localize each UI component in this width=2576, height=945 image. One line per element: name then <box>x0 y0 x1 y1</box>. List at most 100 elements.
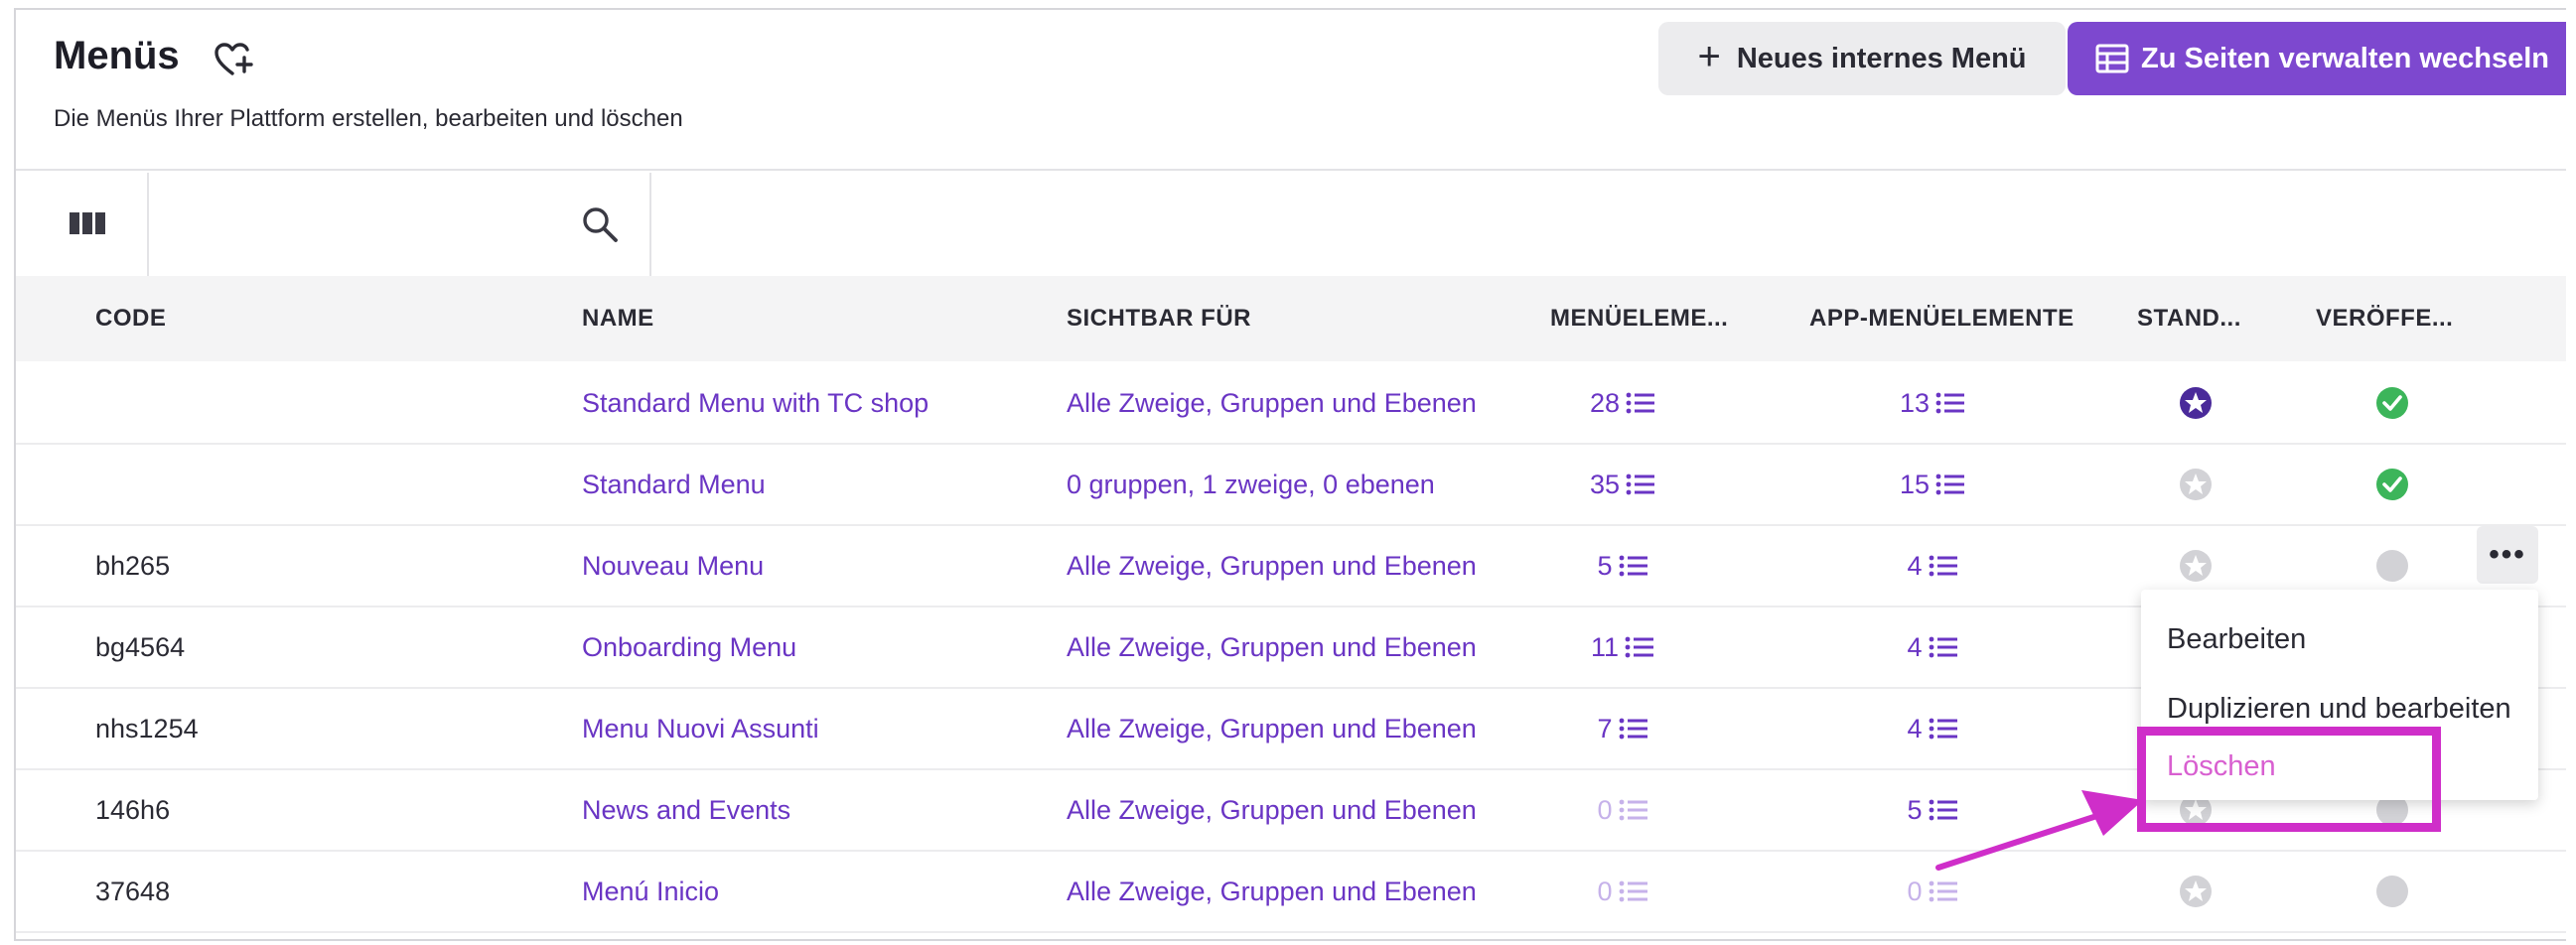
cell-name-link[interactable]: Standard Menu with TC shop <box>582 363 929 443</box>
heart-plus-icon[interactable] <box>211 36 258 83</box>
cell-menu-items[interactable]: 11 <box>1563 608 1682 687</box>
plus-icon: + <box>1697 35 1721 78</box>
menu-items-count: 0 <box>1597 876 1613 906</box>
header-divider <box>16 169 2566 171</box>
menu-items-count: 11 <box>1590 631 1620 662</box>
cell-app-items[interactable]: 15 <box>1873 445 1992 524</box>
menu-items-count: 5 <box>1597 550 1613 581</box>
list-icon <box>1626 392 1655 414</box>
app-items-count: 15 <box>1899 469 1931 499</box>
cell-visibility-link[interactable]: Alle Zweige, Gruppen und Ebenen <box>1067 852 1477 931</box>
cell-name-link[interactable]: News and Events <box>582 770 790 850</box>
cell-code: bh265 <box>95 550 171 581</box>
app-items-count: 0 <box>1907 876 1923 906</box>
columns-icon[interactable] <box>70 208 105 238</box>
list-icon <box>1935 473 1965 495</box>
column-header-name[interactable]: NAME <box>582 276 654 361</box>
list-icon <box>1929 718 1957 740</box>
cell-menu-items[interactable]: 28 <box>1563 363 1682 443</box>
list-icon <box>1935 392 1965 414</box>
cell-standard <box>2171 852 2220 931</box>
list-icon <box>1619 799 1647 821</box>
cell-name-link[interactable]: Menú Inicio <box>582 852 719 931</box>
unpublished-circle-icon[interactable] <box>2375 875 2409 908</box>
column-header-app-items[interactable]: APP-MENÜELEMENTE <box>1809 276 2075 361</box>
app-items-count: 13 <box>1899 387 1931 418</box>
star-circle-icon[interactable] <box>2179 468 2213 501</box>
page-subtitle: Die Menüs Ihrer Plattform erstellen, bea… <box>54 105 683 132</box>
cell-app-items[interactable]: 4 <box>1873 689 1992 768</box>
cell-app-items[interactable]: 13 <box>1873 363 1992 443</box>
star-circle-icon[interactable] <box>2179 549 2213 583</box>
list-icon <box>1619 718 1647 740</box>
toolbar-divider <box>649 173 651 276</box>
menu-items-count: 35 <box>1589 469 1621 499</box>
cell-menu-items[interactable]: 7 <box>1563 689 1682 768</box>
list-icon <box>1929 880 1957 902</box>
menu-items-count: 7 <box>1597 713 1613 743</box>
app-items-count: 5 <box>1907 794 1923 825</box>
table-row[interactable]: Standard Menu 0 gruppen, 1 zweige, 0 eben… <box>16 445 2566 526</box>
app-items-count: 4 <box>1907 631 1923 662</box>
column-header-visible[interactable]: SICHTBAR FÜR <box>1067 276 1251 361</box>
menu-item-duplicate[interactable]: Duplizieren und bearbeiten <box>2167 693 2511 726</box>
search-icon[interactable] <box>580 204 620 244</box>
cell-visibility-link[interactable]: Alle Zweige, Gruppen und Ebenen <box>1067 689 1477 768</box>
cell-published <box>2367 445 2417 524</box>
cell-menu-items[interactable]: 35 <box>1563 445 1682 524</box>
cell-menu-items[interactable]: 5 <box>1563 526 1682 606</box>
cell-visibility-link[interactable]: 0 gruppen, 1 zweige, 0 ebenen <box>1067 445 1435 524</box>
list-icon <box>1626 473 1655 495</box>
cell-standard <box>2171 363 2220 443</box>
cell-menu-items[interactable]: 0 <box>1563 770 1682 850</box>
app-items-count: 4 <box>1907 713 1923 743</box>
annotation-highlight-box <box>2137 727 2441 832</box>
list-icon <box>1625 636 1654 658</box>
table-icon <box>2095 44 2129 73</box>
switch-to-pages-button[interactable]: Zu Seiten verwalten wechseln <box>2068 22 2566 95</box>
cell-visibility-link[interactable]: Alle Zweige, Gruppen und Ebenen <box>1067 526 1477 606</box>
menu-item-edit[interactable]: Bearbeiten <box>2167 623 2306 656</box>
column-header-standard[interactable]: STAND... <box>2137 276 2241 361</box>
check-circle-icon[interactable] <box>2375 386 2409 420</box>
cell-menu-items[interactable]: 0 <box>1563 852 1682 931</box>
check-circle-icon[interactable] <box>2375 468 2409 501</box>
cell-app-items[interactable]: 4 <box>1873 608 1992 687</box>
cell-standard <box>2171 445 2220 524</box>
app-items-count: 4 <box>1907 550 1923 581</box>
cell-app-items[interactable]: 4 <box>1873 526 1992 606</box>
cell-name-link[interactable]: Standard Menu <box>582 445 766 524</box>
table-row[interactable]: 37648 Menú Inicio Alle Zweige, Gruppen und… <box>16 852 2566 933</box>
list-icon <box>1929 555 1957 577</box>
list-icon <box>1929 636 1957 658</box>
switch-to-pages-label: Zu Seiten verwalten wechseln <box>2141 42 2549 74</box>
cell-code: 146h6 <box>95 794 171 825</box>
cell-published <box>2367 852 2417 931</box>
new-internal-menu-label: Neues internes Menü <box>1736 42 2027 74</box>
row-actions-button[interactable]: ••• <box>2477 526 2538 584</box>
cell-visibility-link[interactable]: Alle Zweige, Gruppen und Ebenen <box>1067 770 1477 850</box>
cell-code: bg4564 <box>95 631 186 662</box>
cell-published <box>2367 363 2417 443</box>
cell-name-link[interactable]: Onboarding Menu <box>582 608 796 687</box>
unpublished-circle-icon[interactable] <box>2375 549 2409 583</box>
table-header: CODE NAME SICHTBAR FÜR MENÜELEME... APP-… <box>16 276 2566 361</box>
menu-items-count: 0 <box>1597 794 1613 825</box>
new-internal-menu-button[interactable]: + Neues internes Menü <box>1658 22 2066 95</box>
column-header-menu-items[interactable]: MENÜELEME... <box>1550 276 1728 361</box>
star-circle-icon[interactable] <box>2179 875 2213 908</box>
menus-page: Menüs Die Menüs Ihrer Plattform erstelle… <box>14 8 2566 941</box>
annotation-arrow-icon <box>1935 790 2143 871</box>
column-header-published[interactable]: VERÖFFE... <box>2316 276 2453 361</box>
table-row[interactable]: Standard Menu with TC shop Alle Zweige, G… <box>16 363 2566 445</box>
cell-name-link[interactable]: Menu Nuovi Assunti <box>582 689 819 768</box>
column-header-code[interactable]: CODE <box>95 276 166 361</box>
cell-visibility-link[interactable]: Alle Zweige, Gruppen und Ebenen <box>1067 363 1477 443</box>
menu-items-count: 28 <box>1589 387 1621 418</box>
toolbar-divider <box>147 173 149 276</box>
cell-visibility-link[interactable]: Alle Zweige, Gruppen und Ebenen <box>1067 608 1477 687</box>
cell-code: nhs1254 <box>95 713 199 743</box>
list-icon <box>1619 880 1647 902</box>
star-circle-icon[interactable] <box>2179 386 2213 420</box>
cell-name-link[interactable]: Nouveau Menu <box>582 526 764 606</box>
